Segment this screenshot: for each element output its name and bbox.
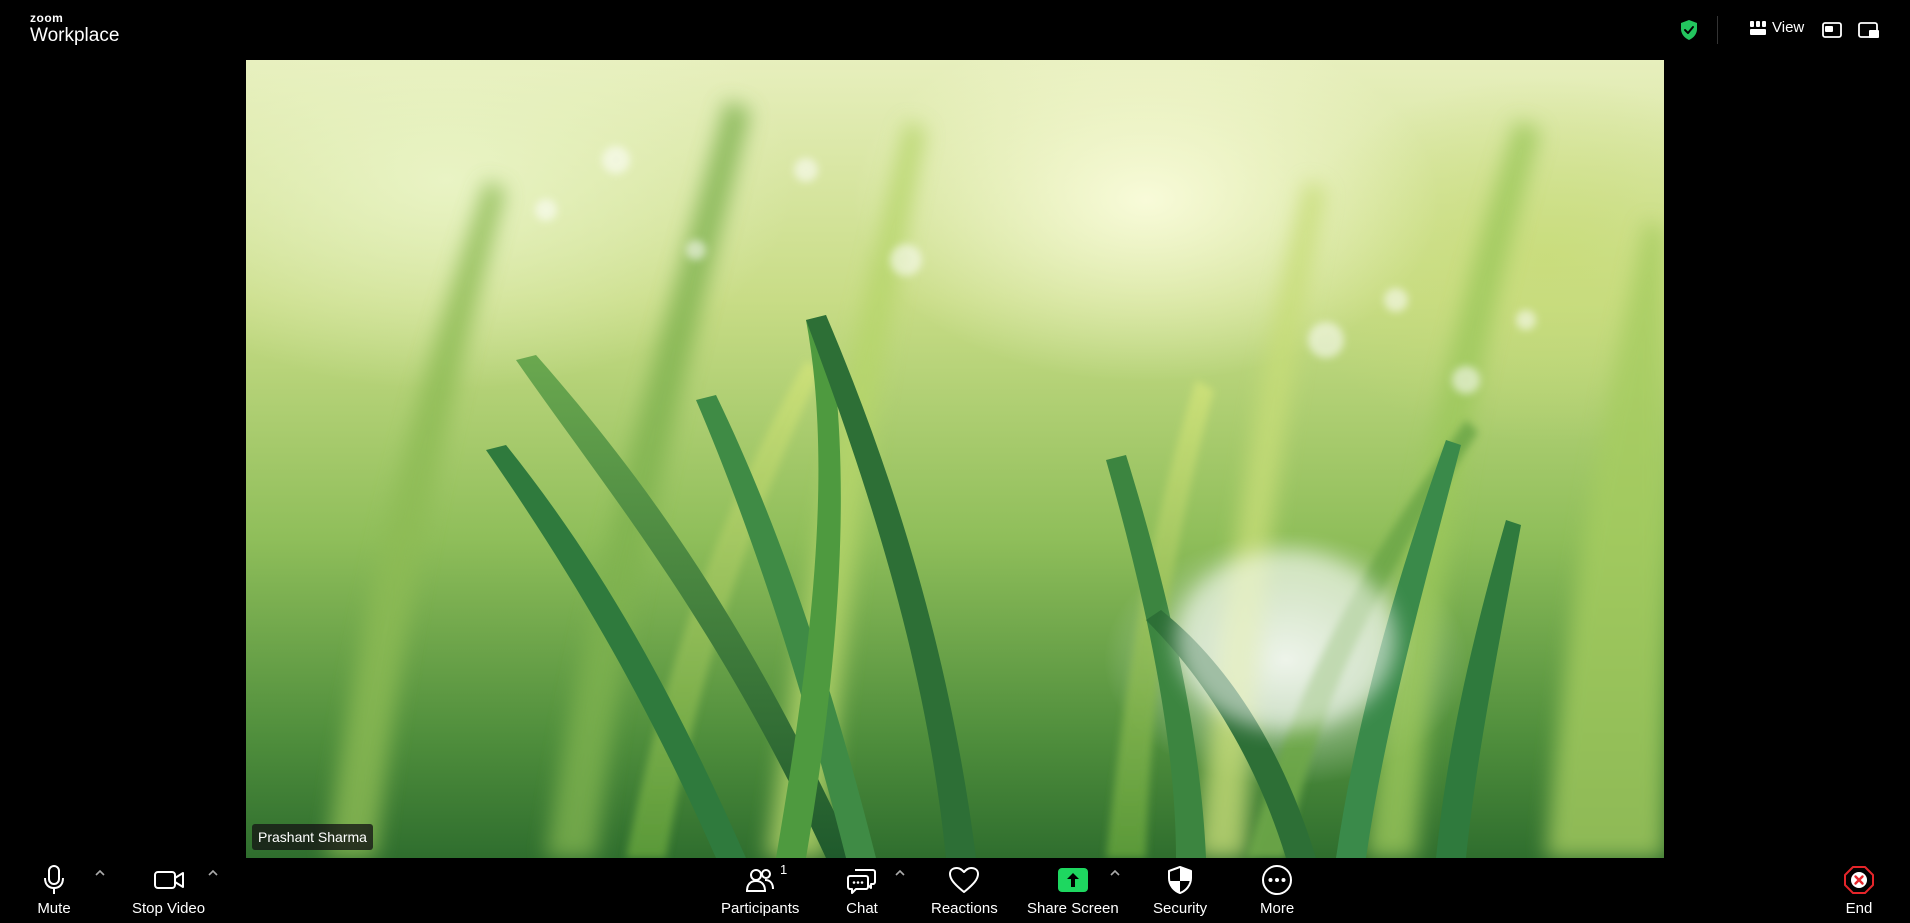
video-options-chevron-icon[interactable] [206, 867, 220, 879]
microphone-icon [37, 864, 71, 896]
shield-icon [1163, 864, 1197, 896]
participants-label: Participants [721, 900, 800, 917]
more-label: More [1260, 900, 1295, 917]
zoom-meeting-window: zoom Workplace View Prashant Sharma Mute… [0, 0, 1910, 923]
picture-in-picture-icon[interactable] [1822, 20, 1844, 40]
participants-count: 1 [779, 862, 788, 877]
heart-icon [947, 864, 981, 896]
people-icon: 1 [743, 862, 787, 896]
video-background-image [326, 100, 1664, 858]
share-options-chevron-icon[interactable] [1108, 867, 1122, 879]
stop-video-button[interactable]: Stop Video [132, 864, 205, 917]
mute-label: Mute [37, 900, 71, 917]
chat-bubble-icon [845, 864, 879, 896]
top-divider [1717, 16, 1718, 44]
participants-button[interactable]: 1 Participants [721, 862, 800, 917]
ellipsis-icon [1260, 864, 1294, 896]
share-screen-label: Share Screen [1027, 900, 1119, 917]
reactions-button[interactable]: Reactions [931, 864, 998, 917]
security-button[interactable]: Security [1153, 864, 1207, 917]
stop-video-label: Stop Video [132, 900, 206, 917]
share-arrow-icon [1056, 864, 1090, 896]
meeting-controls-toolbar: Mute Stop Video 1 Participants Chat Reac… [0, 858, 1910, 923]
video-camera-icon [152, 864, 186, 896]
chat-options-chevron-icon[interactable] [893, 867, 907, 879]
chat-button[interactable]: Chat [845, 864, 879, 917]
share-screen-button[interactable]: Share Screen [1027, 864, 1119, 917]
end-meeting-button[interactable]: End [1842, 864, 1876, 917]
end-label: End [1845, 900, 1873, 917]
top-bar: zoom Workplace View [0, 0, 1910, 60]
minimize-window-icon[interactable] [1858, 20, 1880, 40]
brand-small-text: zoom [30, 11, 64, 25]
view-button[interactable]: View [1750, 19, 1804, 36]
participant-video: Prashant Sharma [246, 60, 1664, 858]
audio-options-chevron-icon[interactable] [93, 867, 107, 879]
more-button[interactable]: More [1260, 864, 1294, 917]
encryption-shield-icon[interactable] [1680, 20, 1698, 40]
grid-icon [1750, 20, 1766, 35]
zoom-logo: zoom Workplace [30, 12, 119, 45]
reactions-label: Reactions [931, 900, 998, 917]
security-label: Security [1153, 900, 1208, 917]
mute-button[interactable]: Mute [37, 864, 71, 917]
view-label: View [1772, 19, 1805, 36]
participant-name-tag: Prashant Sharma [252, 824, 373, 850]
close-icon [1842, 864, 1876, 896]
brand-large-text: Workplace [30, 25, 120, 46]
chat-label: Chat [846, 900, 878, 917]
